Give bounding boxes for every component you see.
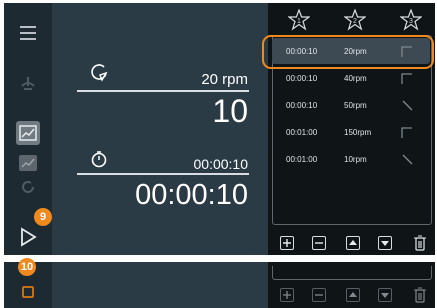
add-step-button[interactable] (280, 236, 294, 250)
stop-badge: 10 (18, 258, 36, 276)
step-speed: 150rpm (344, 128, 372, 137)
move-up-button[interactable] (346, 236, 360, 250)
move-down-button[interactable] (378, 236, 392, 250)
step-time: 00:00:10 (286, 74, 318, 83)
step-time: 00:01:00 (286, 155, 318, 164)
minus-icon (315, 294, 323, 296)
favorite-1-label: 1 (297, 18, 301, 25)
trash-icon (414, 287, 426, 303)
minus-icon (315, 242, 323, 244)
step-speed: 40rpm (344, 74, 367, 83)
move-down-button[interactable] (378, 288, 392, 302)
selected-step-highlight (262, 35, 434, 69)
remove-step-button[interactable] (312, 288, 326, 302)
favorite-2-label: 2 (353, 18, 357, 25)
arrow-up-icon (349, 292, 357, 297)
timer-icon (91, 151, 107, 168)
temperature-icon[interactable] (16, 71, 40, 95)
strip-frame (272, 266, 432, 280)
menu-icon[interactable] (16, 21, 40, 45)
plus-icon (283, 239, 291, 247)
speed-divider (77, 90, 249, 92)
strip-step-panel (268, 262, 435, 308)
step-speed: 10rpm (344, 155, 367, 164)
step-row[interactable]: 00:01:00 150rpm (272, 119, 430, 145)
step-time: 00:00:10 (286, 101, 318, 110)
favorite-3-icon[interactable]: 3 (400, 9, 422, 31)
arrow-down-icon (381, 241, 389, 246)
step-icon (401, 127, 412, 138)
arrow-up-icon (349, 240, 357, 245)
speed-value: 20 rpm (201, 71, 248, 88)
time-small: 00:00:10 (193, 156, 249, 172)
favorite-1-icon[interactable]: 1 (288, 9, 310, 31)
time-divider (77, 173, 249, 175)
refresh-icon[interactable] (16, 175, 40, 199)
plus-icon (283, 291, 291, 299)
step-row[interactable]: 00:01:00 10rpm (272, 146, 430, 172)
favorite-2-icon[interactable]: 2 (344, 9, 366, 31)
remove-step-button[interactable] (312, 236, 326, 250)
ramp-down-icon (402, 100, 413, 111)
trash-icon (414, 235, 426, 251)
secondary-panel (4, 262, 435, 308)
play-badge: 9 (34, 208, 52, 226)
count-value: 10 (212, 93, 248, 129)
chart-mode-icon[interactable] (16, 121, 40, 145)
step-time: 00:01:00 (286, 128, 318, 137)
step-speed: 50rpm (344, 101, 367, 110)
step-icon (401, 73, 412, 84)
graph-icon[interactable] (16, 151, 40, 175)
delete-button[interactable] (413, 234, 427, 251)
ramp-down-icon (402, 154, 413, 165)
arrow-down-icon (381, 293, 389, 298)
step-row[interactable]: 00:00:10 50rpm (272, 92, 430, 118)
stop-button[interactable] (22, 286, 34, 298)
delete-button[interactable] (413, 286, 427, 303)
speed-icon (91, 64, 108, 82)
favorite-3-label: 3 (409, 18, 413, 25)
add-step-button[interactable] (280, 288, 294, 302)
move-up-button[interactable] (346, 288, 360, 302)
play-button[interactable] (16, 225, 40, 249)
time-large: 00:00:10 (135, 179, 248, 211)
